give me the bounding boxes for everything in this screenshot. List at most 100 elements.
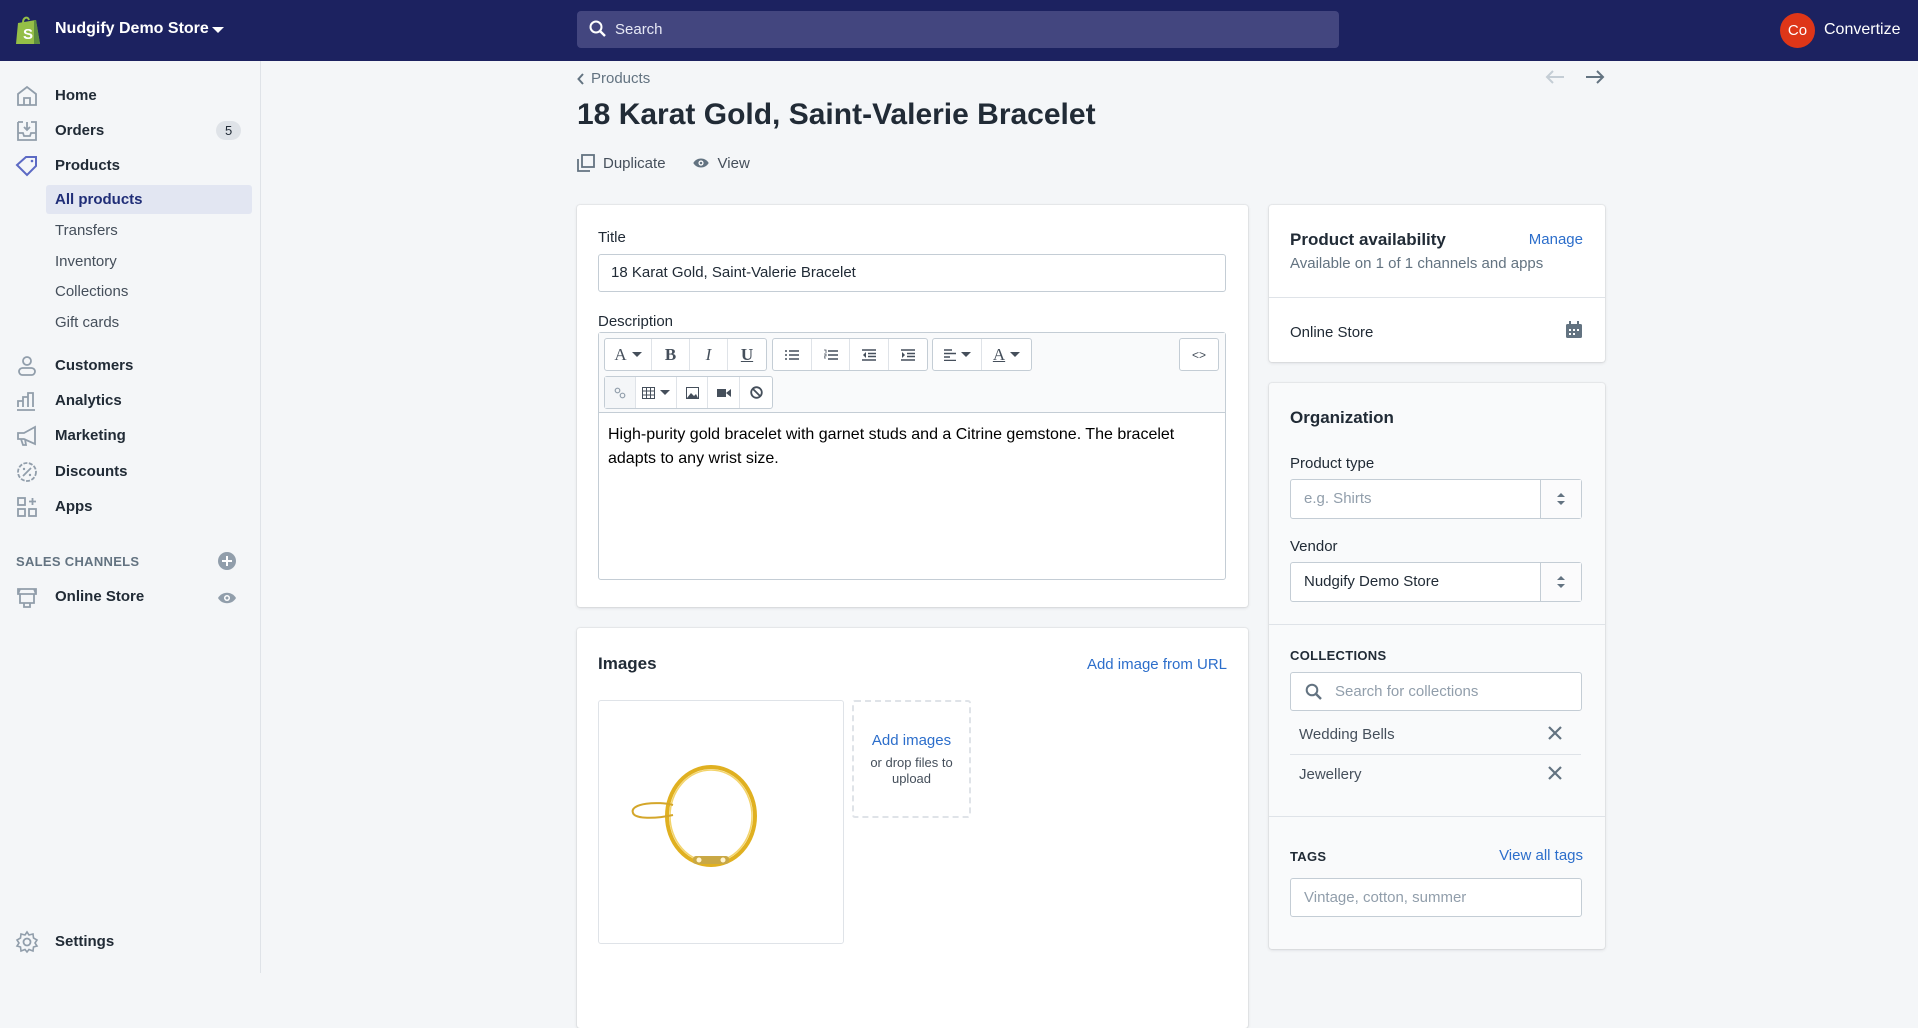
- store-menu-caret-icon[interactable]: [212, 27, 224, 33]
- person-icon: [18, 356, 36, 376]
- sidebar-item-label: Settings: [55, 933, 115, 950]
- text-color-button[interactable]: A: [982, 339, 1031, 370]
- product-pager: [1545, 69, 1605, 85]
- user-name[interactable]: Convertize: [1824, 21, 1900, 39]
- table-button[interactable]: [636, 377, 677, 408]
- next-arrow-icon[interactable]: [1585, 69, 1605, 85]
- description-label: Description: [598, 313, 674, 330]
- list-group: [772, 338, 928, 371]
- underline-button[interactable]: U: [728, 339, 766, 370]
- vendor-combobox[interactable]: Nudgify Demo Store: [1290, 562, 1582, 602]
- clear-format-icon: [749, 386, 763, 399]
- add-images-dropzone[interactable]: Add images or drop files to upload: [852, 700, 971, 818]
- image-button[interactable]: [677, 377, 708, 408]
- search-input[interactable]: [615, 11, 1315, 48]
- eye-icon: [692, 158, 709, 168]
- collection-name: Wedding Bells: [1299, 726, 1395, 743]
- view-online-store-eye-icon[interactable]: [217, 591, 237, 605]
- product-type-combobox[interactable]: e.g. Shirts: [1290, 479, 1582, 519]
- orders-count-badge: 5: [216, 121, 242, 140]
- numbered-list-button[interactable]: [812, 339, 850, 370]
- top-bar: S Nudgify Demo Store Co Convertize: [0, 0, 1918, 61]
- sidebar: Home Orders 5 Products All products Tran…: [0, 61, 261, 973]
- select-arrows-icon[interactable]: [1540, 480, 1581, 518]
- sidebar-item-apps[interactable]: Apps: [0, 491, 261, 523]
- indent-button[interactable]: [889, 339, 927, 370]
- sidebar-item-discounts[interactable]: Discounts: [0, 456, 261, 488]
- sidebar-item-orders[interactable]: Orders 5: [0, 115, 261, 147]
- product-image-thumbnail[interactable]: [598, 700, 844, 944]
- user-avatar[interactable]: Co: [1780, 13, 1815, 48]
- sidebar-item-products[interactable]: Products: [0, 150, 261, 182]
- tags-placeholder: Vintage, cotton, summer: [1304, 889, 1467, 906]
- bullet-list-icon: [785, 349, 799, 360]
- sidebar-subitem-gift-cards[interactable]: Gift cards: [46, 308, 252, 337]
- tags-header: TAGS: [1290, 849, 1327, 864]
- duplicate-button[interactable]: Duplicate: [577, 154, 666, 172]
- sidebar-item-settings[interactable]: Settings: [0, 926, 261, 958]
- collection-name: Jewellery: [1299, 766, 1362, 783]
- sidebar-item-label: Analytics: [55, 392, 122, 409]
- bullet-list-button[interactable]: [773, 339, 812, 370]
- sidebar-item-customers[interactable]: Customers: [0, 350, 261, 382]
- calendar-icon[interactable]: [1565, 321, 1583, 339]
- sidebar-item-label: Online Store: [55, 588, 145, 605]
- add-sales-channel-icon[interactable]: [218, 552, 236, 570]
- sidebar-subitem-label: Transfers: [55, 222, 118, 239]
- sales-channels-header: SALES CHANNELS: [16, 554, 140, 569]
- title-input[interactable]: 18 Karat Gold, Saint-Valerie Bracelet: [598, 254, 1226, 292]
- add-images-link[interactable]: Add images: [854, 732, 969, 749]
- collection-item: Jewellery: [1290, 755, 1581, 795]
- sidebar-item-marketing[interactable]: Marketing: [0, 420, 261, 452]
- product-type-label: Product type: [1290, 455, 1375, 472]
- discount-icon: [17, 462, 37, 482]
- video-camera-icon: [716, 388, 731, 397]
- sidebar-item-home[interactable]: Home: [0, 80, 261, 112]
- view-button[interactable]: View: [692, 154, 750, 172]
- remove-collection-x-icon[interactable]: [1547, 725, 1563, 741]
- font-style-button[interactable]: A: [605, 339, 652, 370]
- sidebar-item-analytics[interactable]: Analytics: [0, 385, 261, 417]
- add-image-from-url-link[interactable]: Add image from URL: [1087, 656, 1227, 673]
- video-button[interactable]: [708, 377, 740, 408]
- page-actions: Duplicate View: [577, 154, 750, 172]
- duplicate-icon: [577, 154, 595, 172]
- channel-online-store: Online Store: [1290, 324, 1374, 341]
- italic-button[interactable]: I: [690, 339, 728, 370]
- description-text[interactable]: High-purity gold bracelet with garnet st…: [608, 423, 1218, 471]
- previous-arrow-icon[interactable]: [1545, 69, 1565, 85]
- bold-button[interactable]: B: [652, 339, 690, 370]
- sidebar-subitem-label: All products: [55, 191, 143, 208]
- sidebar-subitem-label: Inventory: [55, 253, 117, 270]
- chevron-left-icon: [577, 72, 584, 85]
- outdent-button[interactable]: [850, 339, 889, 370]
- search-icon: [589, 20, 606, 37]
- select-arrows-icon[interactable]: [1540, 563, 1581, 601]
- collections-search[interactable]: Search for collections: [1290, 672, 1582, 711]
- remove-collection-x-icon[interactable]: [1547, 765, 1563, 781]
- sidebar-subitem-inventory[interactable]: Inventory: [46, 247, 252, 276]
- link-button[interactable]: [605, 377, 636, 408]
- manage-availability-link[interactable]: Manage: [1529, 231, 1583, 248]
- font-icon: A: [614, 344, 627, 364]
- store-name[interactable]: Nudgify Demo Store: [55, 20, 209, 38]
- sidebar-subitem-collections[interactable]: Collections: [46, 277, 252, 306]
- collections-search-placeholder: Search for collections: [1335, 683, 1479, 700]
- sidebar-subitem-transfers[interactable]: Transfers: [46, 216, 252, 245]
- availability-subtitle: Available on 1 of 1 channels and apps: [1290, 255, 1544, 272]
- breadcrumb-back-link[interactable]: Products: [577, 70, 650, 87]
- product-availability-card: Product availability Manage Available on…: [1269, 205, 1605, 362]
- sidebar-item-label: Apps: [55, 498, 93, 515]
- global-search[interactable]: [577, 11, 1339, 48]
- divider: [1269, 816, 1605, 817]
- view-all-tags-link[interactable]: View all tags: [1499, 847, 1583, 864]
- sidebar-item-label: Marketing: [55, 427, 126, 444]
- shopify-logo-icon[interactable]: S: [14, 14, 42, 46]
- apps-icon: [17, 497, 37, 517]
- align-button[interactable]: [933, 339, 982, 370]
- clear-formatting-button[interactable]: [740, 377, 772, 408]
- tags-input[interactable]: Vintage, cotton, summer: [1290, 878, 1582, 917]
- sidebar-subitem-all-products[interactable]: All products: [46, 185, 252, 214]
- bold-icon: B: [664, 344, 677, 364]
- html-code-button[interactable]: <>: [1180, 339, 1218, 370]
